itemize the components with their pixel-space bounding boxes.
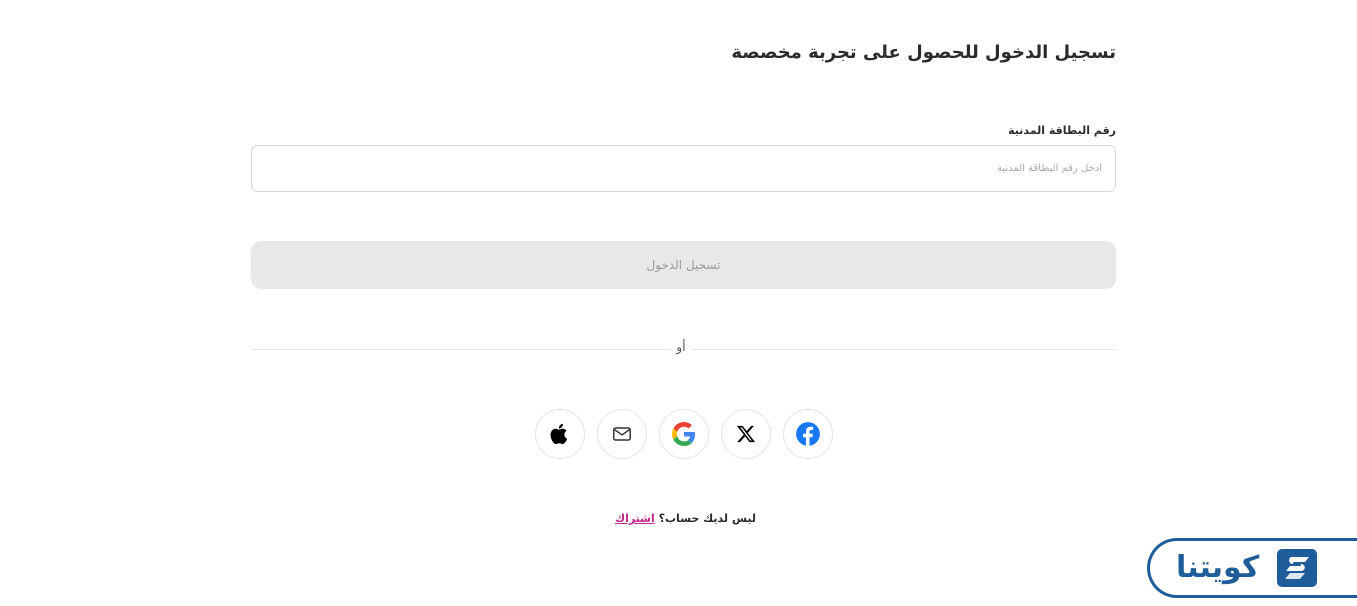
brand-logo-icon bbox=[1277, 549, 1318, 587]
facebook-icon bbox=[795, 421, 821, 447]
divider-line-left bbox=[251, 349, 671, 350]
civil-id-input[interactable] bbox=[251, 145, 1116, 192]
apple-login-button[interactable] bbox=[535, 409, 585, 459]
social-login-row bbox=[535, 409, 833, 459]
login-page: تسجيل الدخول للحصول على تجربة مخصصة رقم … bbox=[0, 0, 1357, 606]
google-icon bbox=[672, 422, 696, 446]
brand-watermark: كويتنا bbox=[1147, 538, 1357, 598]
signup-prompt: ليس لديك حساب؟ bbox=[658, 512, 756, 525]
signup-link[interactable]: اشتراك bbox=[615, 512, 655, 525]
x-login-button[interactable] bbox=[721, 409, 771, 459]
divider-or: أو bbox=[676, 340, 686, 354]
page-title: تسجيل الدخول للحصول على تجربة مخصصة bbox=[731, 42, 1116, 63]
x-icon bbox=[736, 424, 756, 444]
facebook-login-button[interactable] bbox=[783, 409, 833, 459]
brand-logo-text: كويتنا bbox=[1176, 550, 1260, 585]
divider-line-right bbox=[691, 349, 1116, 350]
apple-icon bbox=[548, 422, 572, 446]
email-login-button[interactable] bbox=[597, 409, 647, 459]
login-button[interactable]: تسجيل الدخول bbox=[251, 241, 1116, 289]
signup-prompt-line: ليس لديك حساب؟ اشتراك bbox=[251, 512, 1116, 525]
google-login-button[interactable] bbox=[659, 409, 709, 459]
mail-icon bbox=[611, 423, 633, 445]
civil-id-label: رقم البطاقة المدنية bbox=[1008, 124, 1116, 137]
